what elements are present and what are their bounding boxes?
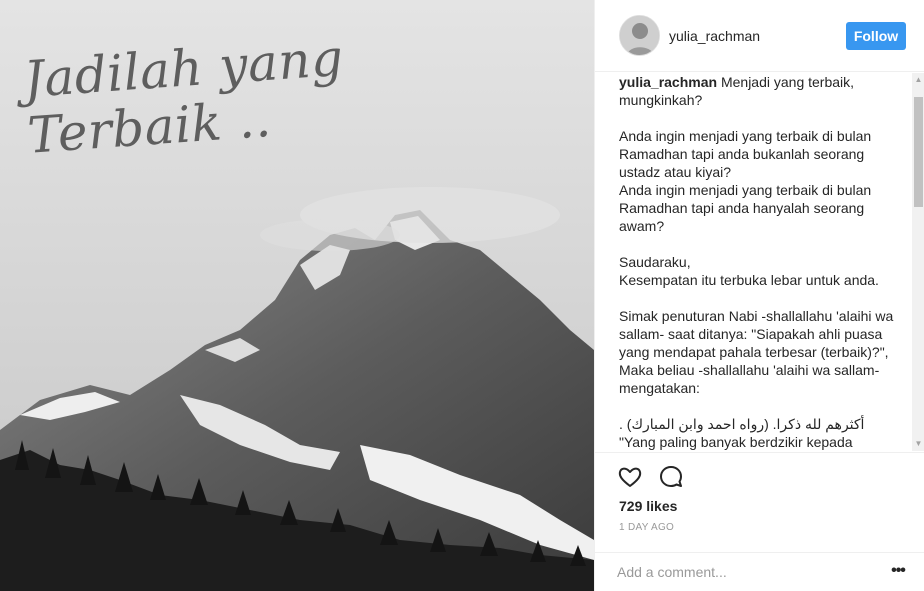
caption-paragraph: Simak penuturan Nabi -shallallahu 'alaih… <box>619 308 894 396</box>
post-header: yulia_rachman Follow <box>595 0 924 72</box>
scroll-down-arrow-icon[interactable]: ▼ <box>912 437 924 451</box>
post-side-panel: yulia_rachman Follow yulia_rachman Menja… <box>594 0 924 591</box>
likes-count[interactable]: 729 likes <box>619 498 677 514</box>
comments-list[interactable]: yulia_rachman Menjadi yang terbaik, mung… <box>619 73 909 451</box>
scroll-thumb[interactable] <box>914 97 923 207</box>
add-comment-bar: ••• <box>595 552 924 591</box>
avatar-image <box>620 16 659 55</box>
caption-paragraph: Saudaraku, Kesempatan itu terbuka lebar … <box>619 254 879 288</box>
post-actions: 729 likes 1 DAY AGO <box>595 452 924 552</box>
image-overlay-text: Jadilah yang Terbaik .. <box>21 28 346 165</box>
post-timestamp[interactable]: 1 DAY AGO <box>619 522 674 533</box>
follow-button[interactable]: Follow <box>846 22 906 50</box>
caption-arabic-text: . (أكثرهم لله ذكرا. (رواه احمد وابن المب… <box>619 416 865 432</box>
speech-bubble-icon[interactable] <box>658 464 684 490</box>
heart-outline-icon[interactable] <box>617 464 643 490</box>
comment-input[interactable] <box>617 561 867 583</box>
scroll-up-arrow-icon[interactable]: ▲ <box>912 73 924 87</box>
caption-first-line: yulia_rachman Menjadi yang terbaik, mung… <box>619 73 909 109</box>
post-image[interactable]: Jadilah yang Terbaik .. <box>0 0 594 591</box>
avatar[interactable] <box>619 15 660 56</box>
comments-scrollbar[interactable]: ▲ ▼ <box>912 73 924 451</box>
caption-paragraph: Anda ingin menjadi yang terbaik di bulan… <box>619 128 872 234</box>
username-link[interactable]: yulia_rachman <box>669 28 760 44</box>
caption-arabic: . (أكثرهم لله ذكرا. (رواه احمد وابن المب… <box>619 415 909 451</box>
caption-author[interactable]: yulia_rachman <box>619 74 717 90</box>
more-options-icon[interactable]: ••• <box>888 562 908 582</box>
caption-quote: "Yang paling banyak berdzikir kepada <box>619 434 853 450</box>
